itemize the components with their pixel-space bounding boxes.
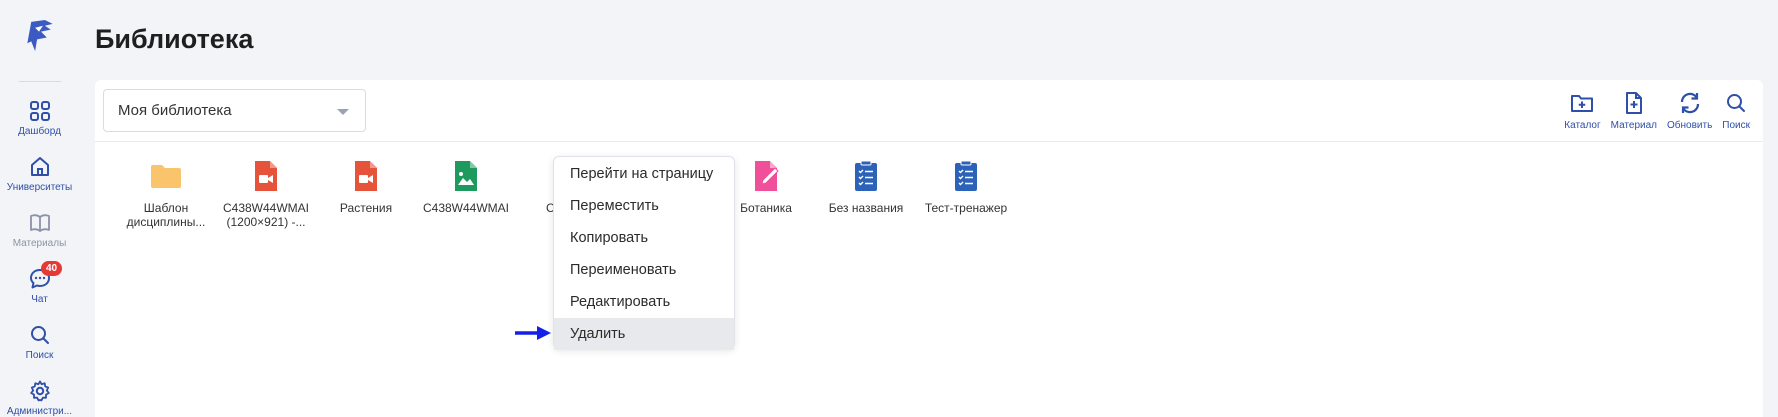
add-material-label: Материал — [1610, 120, 1657, 131]
pointer-arrow-icon — [515, 326, 551, 340]
chat-unread-badge: 40 — [41, 261, 63, 276]
sidebar-item-dashboard[interactable]: Дашборд — [0, 99, 79, 137]
file-name: Шаблон дисциплины... — [126, 201, 206, 229]
sidebar-item-label: Поиск — [25, 350, 54, 361]
folder-icon — [151, 165, 181, 188]
sidebar-item-materials[interactable]: Материалы — [0, 211, 79, 249]
test-icon — [955, 160, 977, 191]
file-name: Растения — [339, 201, 393, 215]
toolbar-actions: Каталог Материал Обновить Поиск — [1563, 90, 1751, 131]
menu-item-edit[interactable]: Редактировать — [554, 286, 734, 318]
add-catalog-label: Каталог — [1564, 120, 1601, 131]
file-item[interactable]: C438W44WMAI (1200×921) -... — [216, 158, 316, 229]
video-file-icon — [355, 161, 377, 191]
menu-item-open-page[interactable]: Перейти на страницу — [554, 158, 734, 190]
search-button[interactable]: Поиск — [1721, 90, 1751, 131]
sidebar-item-search[interactable]: Поиск — [0, 323, 79, 361]
book-icon — [29, 214, 50, 232]
sidebar-item-label: Материалы — [12, 238, 67, 249]
search-icon — [1727, 94, 1746, 112]
search-label: Поиск — [1722, 120, 1750, 131]
sidebar-item-chat[interactable]: 40 Чат — [0, 261, 79, 305]
menu-item-delete[interactable]: Удалить — [554, 318, 734, 350]
refresh-button[interactable]: Обновить — [1666, 90, 1713, 131]
file-item[interactable]: C438W44WMAI — [416, 158, 516, 229]
refresh-icon — [1680, 92, 1699, 114]
file-item[interactable]: Без названия — [816, 158, 916, 229]
menu-item-copy[interactable]: Копировать — [554, 222, 734, 254]
university-icon — [30, 157, 49, 176]
file-item[interactable]: Тест-тренажер — [916, 158, 1016, 229]
refresh-label: Обновить — [1667, 120, 1713, 131]
library-select-value: Моя библиотека — [118, 102, 232, 119]
sidebar-item-label: Дашборд — [18, 126, 61, 137]
file-name: C438W44WMAI — [422, 201, 510, 215]
dashboard-icon — [29, 101, 50, 121]
gear-icon — [29, 380, 50, 402]
video-file-icon — [255, 161, 277, 191]
file-name: Без названия — [828, 201, 904, 215]
add-catalog-button[interactable]: Каталог — [1563, 90, 1601, 131]
menu-item-move[interactable]: Переместить — [554, 190, 734, 222]
sidebar-item-admin[interactable]: Администри... — [0, 379, 79, 417]
context-menu: Перейти на страницу Переместить Копирова… — [553, 156, 735, 350]
panel-toolbar: Моя библиотека Каталог Материал Обновить… — [95, 80, 1763, 142]
test-icon — [855, 160, 877, 191]
chevron-down-icon — [337, 109, 349, 115]
menu-item-rename[interactable]: Переименовать — [554, 254, 734, 286]
image-file-icon — [455, 161, 477, 191]
sidebar-item-label: Чат — [31, 294, 48, 305]
library-select[interactable]: Моя библиотека — [103, 89, 366, 132]
file-item[interactable]: Растения — [316, 158, 416, 229]
sidebar-item-label: Университеты — [6, 182, 73, 193]
edit-file-icon — [755, 161, 779, 191]
file-name: Тест-тренажер — [924, 201, 1008, 215]
sidebar-item-universities[interactable]: Университеты — [0, 155, 79, 193]
sidebar-item-label: Администри... — [6, 406, 73, 417]
file-name: C438W44WMAI (1200×921) -... — [222, 201, 310, 229]
library-panel: Моя библиотека Каталог Материал Обновить… — [95, 80, 1763, 417]
sidebar-divider — [18, 81, 61, 82]
add-material-button[interactable]: Материал — [1610, 90, 1658, 131]
file-plus-icon — [1625, 92, 1642, 114]
sidebar: Дашборд Университеты Материалы 40 Чат По… — [0, 0, 79, 417]
search-icon — [30, 326, 49, 344]
page-title: Библиотека — [95, 24, 254, 54]
folder-plus-icon — [1571, 95, 1594, 112]
logo-icon[interactable] — [23, 18, 57, 53]
file-item[interactable]: Шаблон дисциплины... — [116, 158, 216, 229]
